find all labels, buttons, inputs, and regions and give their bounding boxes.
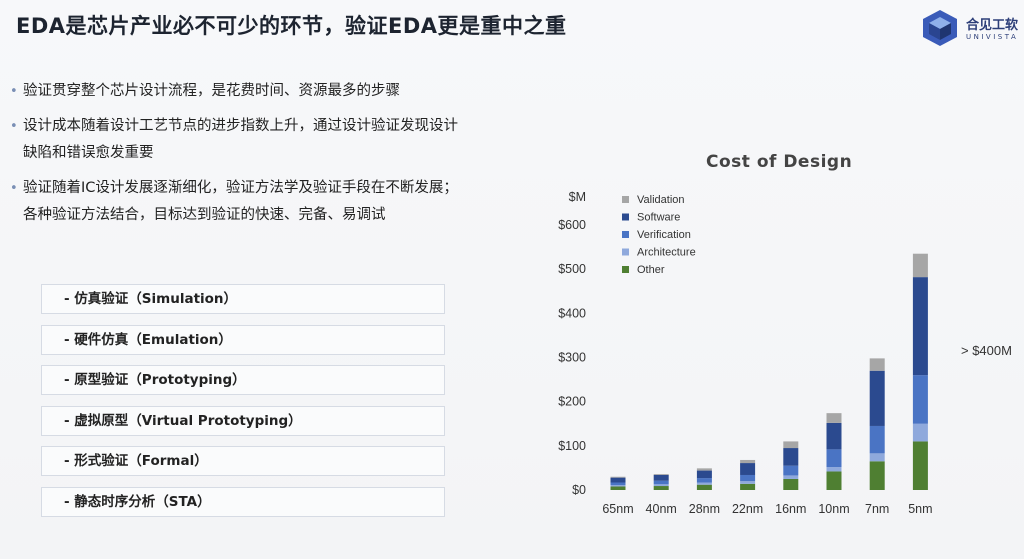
bar-segment-architecture (783, 475, 799, 479)
bar-segment-software (783, 448, 799, 466)
bar-segment-architecture (826, 467, 842, 472)
bar-segment-verification (869, 425, 885, 454)
x-tick-label: 65nm (602, 502, 633, 516)
bar-segment-architecture (740, 481, 756, 484)
bar-segment-architecture (869, 453, 885, 462)
bar-segment-validation (653, 474, 669, 475)
bar-segment-validation (610, 476, 626, 478)
legend-swatch (622, 231, 629, 238)
x-tick-label: 10nm (818, 502, 849, 516)
y-tick-label: $200 (558, 395, 586, 409)
bar-segment-validation (826, 413, 842, 423)
bar-segment-other (740, 483, 756, 490)
bar-segment-other (869, 461, 885, 490)
cost-of-design-chart: $M $0 $100 $200 $300 $400 $500 $600 65nm 40nm 28nm… (558, 190, 1012, 516)
bar-segment-software (610, 477, 626, 483)
bar-segment-other (783, 478, 799, 490)
bar-segment-architecture (653, 484, 669, 487)
bar-segment-validation (740, 459, 756, 464)
bar-segment-verification (696, 478, 712, 483)
bar-segment-software (912, 277, 928, 376)
y-axis-label: $M (569, 190, 586, 204)
legend-label: Validation (637, 194, 685, 206)
x-tick-label: 16nm (775, 502, 806, 516)
legend-label: Verification (637, 229, 691, 241)
bar-segment-validation (912, 253, 928, 278)
bar-segment-other (696, 484, 712, 490)
chart-annotation: > $400M (961, 343, 1012, 358)
x-tick-label: 7nm (865, 502, 889, 516)
legend-label: Software (637, 212, 680, 224)
y-tick-label: $300 (558, 351, 586, 365)
bar-segment-architecture (610, 485, 626, 487)
x-tick-label: 28nm (689, 502, 720, 516)
y-tick-label: $400 (558, 306, 586, 320)
legend-swatch (622, 248, 629, 256)
bar-segment-verification (826, 449, 842, 468)
bar-segment-verification (740, 474, 756, 482)
legend-swatch (622, 213, 629, 221)
bar-segment-other (653, 486, 669, 490)
bar-segment-software (826, 422, 842, 450)
bar-segment-other (610, 486, 626, 490)
y-tick-label: $0 (572, 483, 586, 497)
bar-segment-verification (912, 375, 928, 424)
x-tick-label: 5nm (908, 502, 932, 516)
legend-label: Architecture (637, 247, 696, 259)
bar-segment-software (740, 463, 756, 475)
legend-swatch (622, 266, 629, 273)
bar-segment-validation (783, 441, 799, 449)
legend-label: Other (637, 264, 665, 276)
bar-segment-architecture (912, 423, 928, 442)
y-tick-label: $100 (558, 439, 586, 453)
bar-segment-software (653, 474, 669, 481)
legend-swatch (622, 196, 629, 203)
bar-segment-software (696, 470, 712, 479)
bar-segment-other (826, 471, 842, 490)
bar-segment-verification (653, 480, 669, 485)
y-tick-label: $500 (558, 262, 586, 276)
bar-segment-other (912, 441, 928, 490)
bar-segment-verification (783, 465, 799, 476)
bar-segment-validation (696, 468, 712, 471)
bar-segment-architecture (696, 482, 712, 485)
y-tick-label: $600 (558, 218, 586, 232)
bar-segment-verification (610, 482, 626, 486)
x-tick-label: 40nm (646, 502, 677, 516)
x-tick-label: 22nm (732, 502, 763, 516)
bar-segment-software (869, 370, 885, 426)
bar-segment-validation (869, 358, 885, 371)
